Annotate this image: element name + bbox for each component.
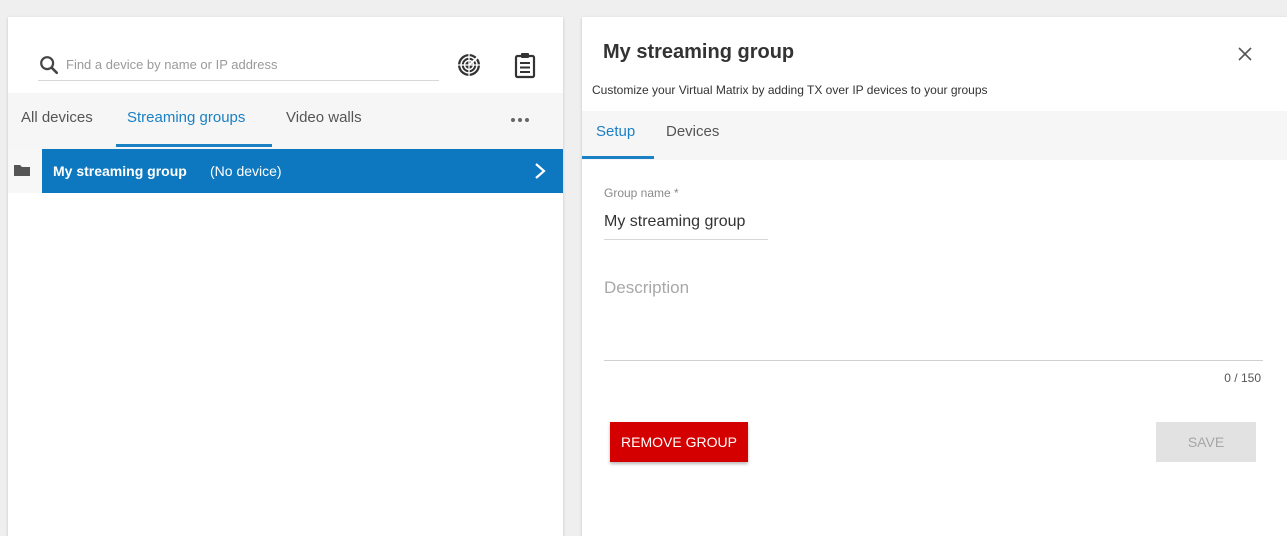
group-detail-panel: My streaming group Customize your Virtua… <box>582 17 1287 536</box>
remove-group-button[interactable]: REMOVE GROUP <box>610 422 748 462</box>
group-row-selected[interactable]: My streaming group (No device) <box>42 149 563 193</box>
search-input[interactable] <box>66 53 436 75</box>
clipboard-icon[interactable] <box>511 51 539 79</box>
character-counter: 0 / 150 <box>1224 371 1261 385</box>
page-subtitle: Customize your Virtual Matrix by adding … <box>592 83 988 97</box>
more-options-icon[interactable] <box>508 114 532 126</box>
radar-icon[interactable] <box>455 51 483 79</box>
chevron-right-icon[interactable] <box>531 161 549 181</box>
group-name-label: Group name * <box>604 186 679 200</box>
search-bar <box>38 51 439 81</box>
close-icon[interactable] <box>1236 45 1254 63</box>
tab-setup[interactable]: Setup <box>596 123 635 140</box>
folder-cell <box>8 149 42 193</box>
device-browser-panel: All devices Streaming groups Video walls… <box>8 17 563 536</box>
folder-icon <box>14 165 30 176</box>
detail-tabs: Setup Devices <box>582 111 1287 160</box>
group-status: (No device) <box>210 163 282 179</box>
group-name-field[interactable]: My streaming group <box>604 213 768 240</box>
device-tabs: All devices Streaming groups Video walls <box>8 93 563 149</box>
page-title: My streaming group <box>603 41 795 63</box>
description-placeholder: Description <box>604 278 690 297</box>
tab-streaming-groups[interactable]: Streaming groups <box>127 109 245 126</box>
search-icon <box>40 56 59 75</box>
tab-devices[interactable]: Devices <box>666 123 719 140</box>
list-item[interactable]: My streaming group (No device) <box>8 149 563 193</box>
save-button[interactable]: SAVE <box>1156 422 1256 462</box>
active-tab-indicator <box>582 156 654 159</box>
group-name: My streaming group <box>53 163 187 179</box>
description-field[interactable]: Description <box>604 275 1263 361</box>
active-tab-indicator <box>116 144 272 147</box>
tab-all-devices[interactable]: All devices <box>21 109 93 126</box>
tab-video-walls[interactable]: Video walls <box>286 109 362 126</box>
